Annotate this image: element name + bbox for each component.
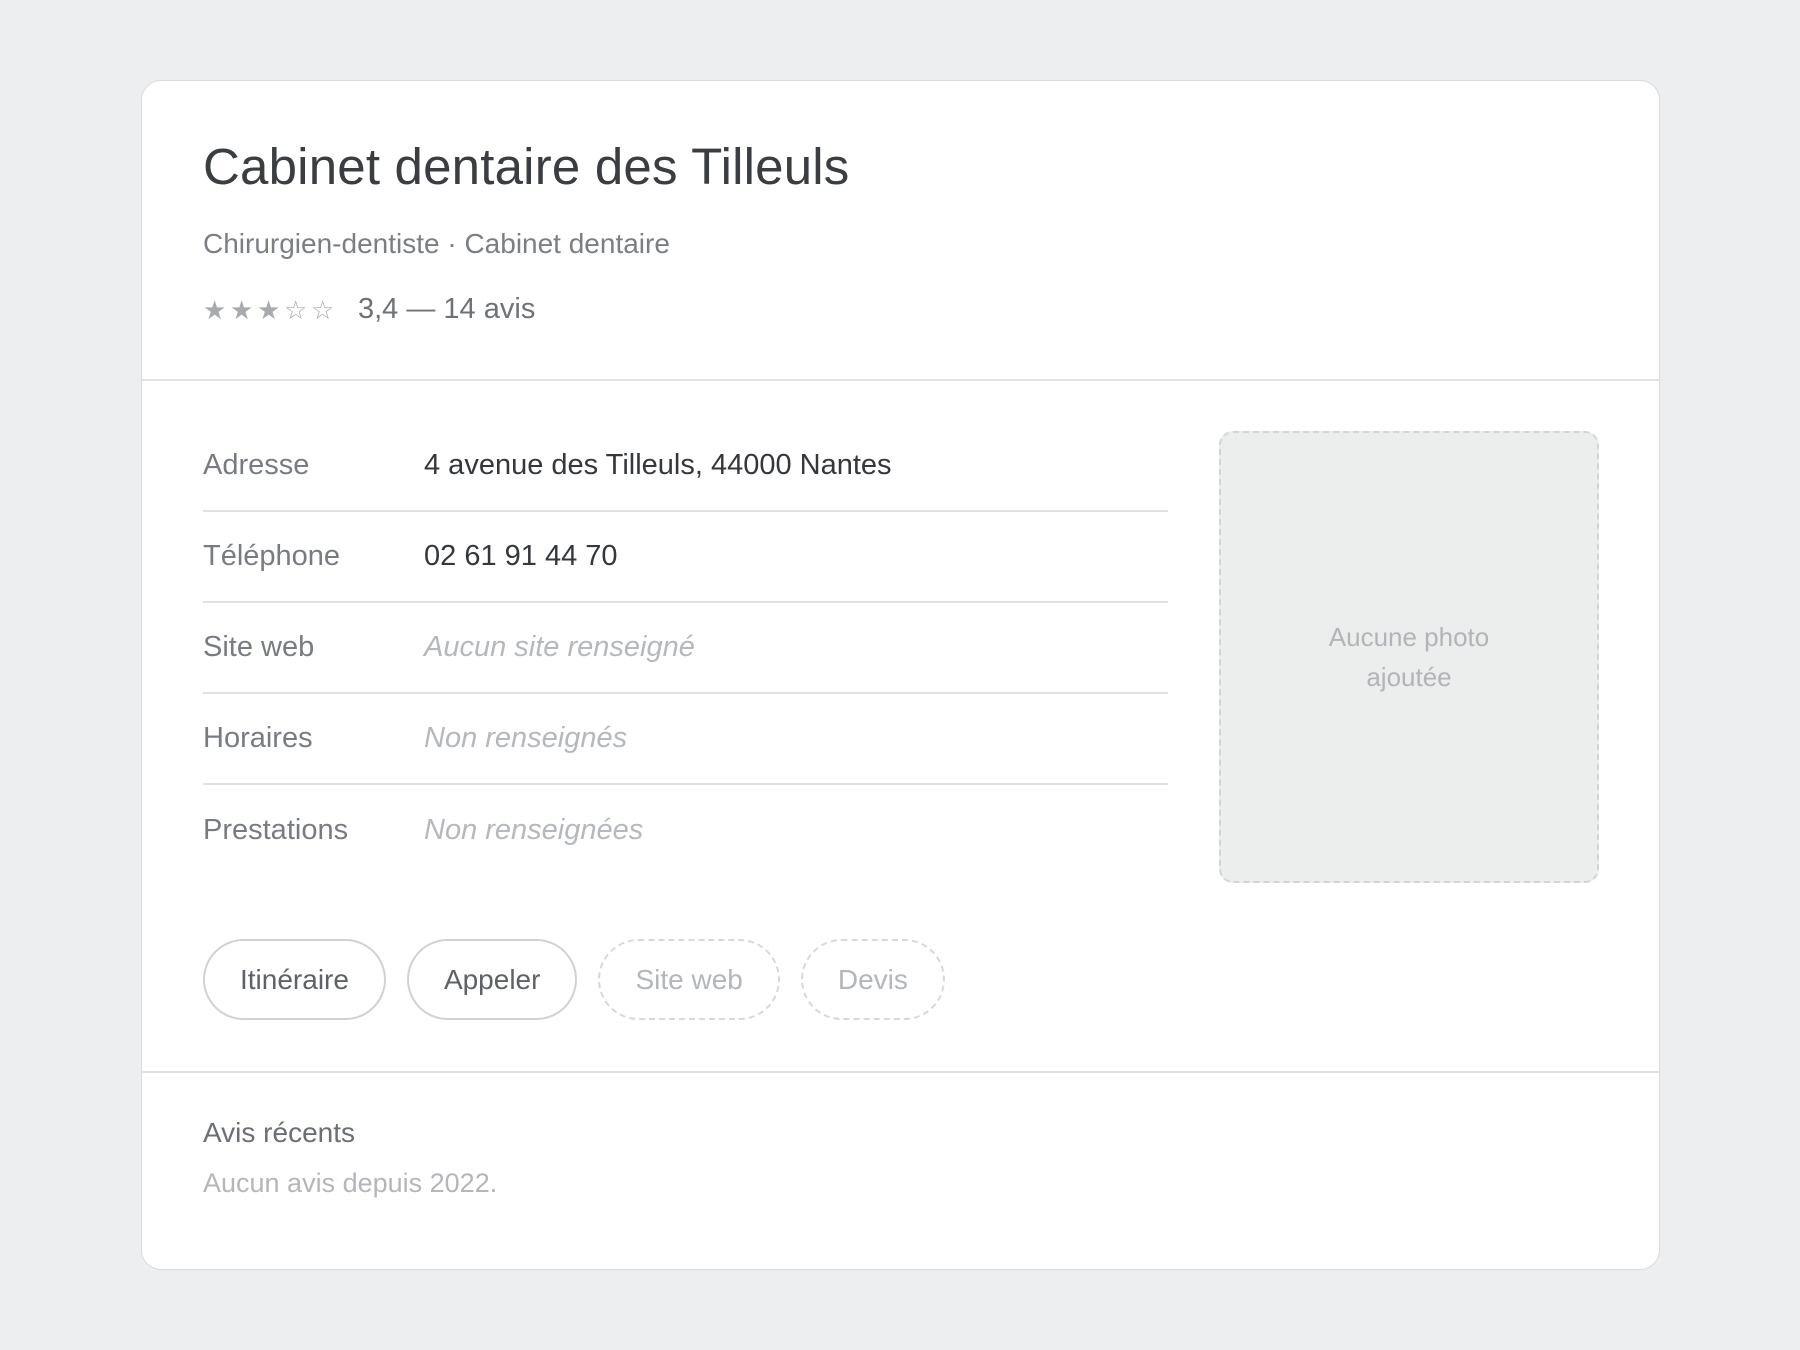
info-row-services: Prestations Non renseignées: [203, 785, 1168, 876]
hours-value: Non renseignés: [424, 722, 628, 754]
rating-stars: ★ ★ ★ ☆ ☆: [203, 297, 338, 323]
star-filled-icon: ★: [203, 294, 231, 325]
website-value: Aucun site renseigné: [424, 631, 695, 663]
photo-placeholder-text: Aucune photo ajoutée: [1328, 622, 1490, 692]
business-header: Cabinet dentaire des Tilleuls Chirurgien…: [142, 81, 1659, 381]
services-value: Non renseignées: [424, 814, 644, 846]
quote-button: Devis: [800, 939, 945, 1020]
itinerary-button[interactable]: Itinéraire: [203, 939, 386, 1020]
info-label: Adresse: [203, 449, 310, 481]
star-filled-icon: ★: [230, 294, 258, 325]
info-label: Horaires: [203, 722, 313, 754]
business-name: Cabinet dentaire des Tilleuls: [203, 138, 850, 195]
call-button[interactable]: Appeler: [406, 939, 578, 1020]
photo-placeholder: Aucune photo ajoutée: [1219, 431, 1599, 883]
star-filled-icon: ★: [257, 294, 285, 325]
star-empty-icon: ☆: [311, 294, 339, 325]
info-table: Adresse 4 avenue des Tilleuls, 44000 Nan…: [203, 421, 1168, 876]
business-details: Adresse 4 avenue des Tilleuls, 44000 Nan…: [142, 381, 1659, 1073]
reviews-empty-text: Aucun avis depuis 2022.: [203, 1168, 498, 1198]
rating-text: 3,4 — 14 avis: [358, 293, 536, 325]
recent-reviews: Avis récents Aucun avis depuis 2022.: [142, 1073, 1659, 1197]
website-button: Site web: [598, 939, 780, 1020]
rating-summary: ★ ★ ★ ☆ ☆ 3,4 — 14 avis: [203, 295, 1599, 324]
address-value: 4 avenue des Tilleuls, 44000 Nantes: [424, 449, 892, 481]
info-row-phone: Téléphone 02 61 91 44 70: [203, 512, 1168, 603]
info-label: Site web: [203, 631, 315, 663]
star-empty-icon: ☆: [284, 294, 312, 325]
info-row-website: Site web Aucun site renseigné: [203, 603, 1168, 694]
action-buttons: Itinéraire Appeler Site web Devis: [203, 939, 945, 1020]
info-row-address: Adresse 4 avenue des Tilleuls, 44000 Nan…: [203, 421, 1168, 512]
business-card: Cabinet dentaire des Tilleuls Chirurgien…: [141, 80, 1660, 1270]
reviews-title: Avis récents: [203, 1117, 355, 1148]
info-label: Téléphone: [203, 540, 341, 572]
info-label: Prestations: [203, 814, 349, 846]
phone-value: 02 61 91 44 70: [424, 540, 618, 572]
info-row-hours: Horaires Non renseignés: [203, 694, 1168, 785]
business-categories: Chirurgien-dentiste · Cabinet dentaire: [203, 228, 670, 259]
